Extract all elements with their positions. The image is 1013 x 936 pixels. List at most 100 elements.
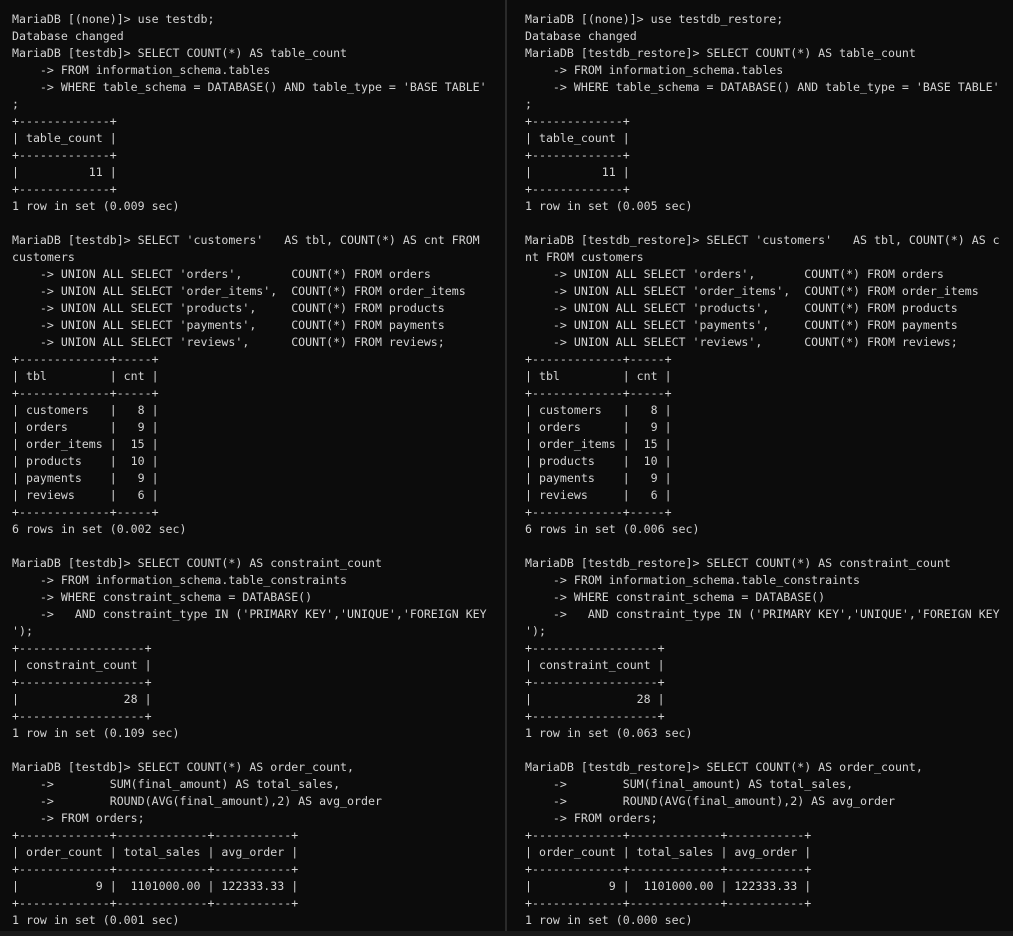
terminal-line: | 11 |: [525, 165, 630, 179]
terminal-line: MariaDB [testdb_restore]> SELECT COUNT(*…: [525, 760, 923, 774]
terminal-output-left: MariaDB [(none)]> use testdb; Database ch…: [0, 0, 505, 929]
terminal-line: +-------------+-------------+-----------…: [12, 896, 299, 910]
terminal-line: 1 row in set (0.009 sec): [12, 199, 180, 213]
terminal-line: | payments | 9 |: [525, 471, 672, 485]
terminal-line: +------------------+: [12, 709, 152, 723]
terminal-line: +-------------+-----+: [525, 505, 672, 519]
terminal-line: +------------------+: [12, 641, 152, 655]
terminal-line: 6 rows in set (0.002 sec): [12, 522, 187, 536]
terminal-line: -> UNION ALL SELECT 'payments', COUNT(*)…: [525, 318, 958, 332]
terminal-line: 1 row in set (0.109 sec): [12, 726, 180, 740]
terminal-line: +-------------+: [12, 182, 117, 196]
terminal-line: -> UNION ALL SELECT 'products', COUNT(*)…: [525, 301, 958, 315]
terminal-line: Database changed: [12, 29, 124, 43]
terminal-pane-left[interactable]: MariaDB [(none)]> use testdb; Database ch…: [0, 0, 505, 936]
terminal-line: | constraint_count |: [12, 658, 152, 672]
terminal-line: | 11 |: [12, 165, 117, 179]
terminal-line: | 9 | 1101000.00 | 122333.33 |: [12, 879, 299, 893]
terminal-line: 1 row in set (0.000 sec): [525, 913, 693, 927]
terminal-line: | customers | 8 |: [525, 403, 672, 417]
terminal-line: +-------------+-------------+-----------…: [525, 828, 812, 842]
terminal-line: +------------------+: [525, 709, 665, 723]
terminal-line: ');: [12, 624, 33, 638]
terminal-pane-right[interactable]: MariaDB [(none)]> use testdb_restore; Dat…: [507, 0, 1013, 936]
terminal-line: +-------------+-----+: [525, 386, 672, 400]
terminal-line: ');: [525, 624, 546, 638]
terminal-line: -> AND constraint_type IN ('PRIMARY KEY'…: [525, 607, 1000, 621]
terminal-line: | order_count | total_sales | avg_order …: [525, 845, 812, 859]
terminal-line: +------------------+: [525, 641, 665, 655]
terminal-line: MariaDB [testdb]> SELECT COUNT(*) AS ord…: [12, 760, 355, 774]
terminal-line: -> UNION ALL SELECT 'payments', COUNT(*)…: [12, 318, 445, 332]
terminal-line: 1 row in set (0.063 sec): [525, 726, 693, 740]
terminal-line: -> ROUND(AVG(final_amount),2) AS avg_ord…: [12, 794, 382, 808]
terminal-line: | tbl | cnt |: [12, 369, 159, 383]
terminal-line: +-------------+-------------+-----------…: [12, 862, 299, 876]
terminal-line: -> UNION ALL SELECT 'reviews', COUNT(*) …: [12, 335, 445, 349]
terminal-line: 1 row in set (0.005 sec): [525, 199, 693, 213]
terminal-line: | table_count |: [12, 131, 117, 145]
terminal-line: MariaDB [(none)]> use testdb_restore;: [525, 12, 784, 26]
terminal-line: customers: [12, 250, 75, 264]
terminal-line: | table_count |: [525, 131, 630, 145]
terminal-line: -> FROM information_schema.table_constra…: [525, 573, 861, 587]
terminal-line: -> WHERE constraint_schema = DATABASE(): [12, 590, 313, 604]
terminal-line: -> UNION ALL SELECT 'orders', COUNT(*) F…: [525, 267, 944, 281]
terminal-line: MariaDB [testdb_restore]> SELECT 'custom…: [525, 233, 1000, 247]
terminal-line: -> FROM information_schema.tables: [12, 63, 271, 77]
terminal-line: +-------------+-------------+-----------…: [525, 896, 812, 910]
terminal-line: | products | 10 |: [525, 454, 672, 468]
terminal-line: | constraint_count |: [525, 658, 665, 672]
terminal-output-right: MariaDB [(none)]> use testdb_restore; Dat…: [507, 0, 1013, 929]
terminal-line: -> AND constraint_type IN ('PRIMARY KEY'…: [12, 607, 487, 621]
terminal-line: -> WHERE table_schema = DATABASE() AND t…: [12, 80, 487, 94]
terminal-line: +-------------+-----+: [525, 352, 672, 366]
terminal-line: | orders | 9 |: [12, 420, 159, 434]
terminal-line: -> UNION ALL SELECT 'reviews', COUNT(*) …: [525, 335, 958, 349]
terminal-line: -> ROUND(AVG(final_amount),2) AS avg_ord…: [525, 794, 895, 808]
terminal-line: 1 row in set (0.001 sec): [12, 913, 180, 927]
terminal-line: -> FROM information_schema.tables: [525, 63, 784, 77]
terminal-line: +-------------+: [12, 114, 117, 128]
terminal-line: -> UNION ALL SELECT 'orders', COUNT(*) F…: [12, 267, 431, 281]
terminal-line: +-------------+-------------+-----------…: [525, 862, 812, 876]
terminal-line: +-------------+-------------+-----------…: [12, 828, 299, 842]
terminal-line: -> SUM(final_amount) AS total_sales,: [12, 777, 341, 791]
terminal-line: MariaDB [testdb]> SELECT 'customers' AS …: [12, 233, 480, 247]
terminal-line: | 9 | 1101000.00 | 122333.33 |: [525, 879, 812, 893]
terminal-line: | order_count | total_sales | avg_order …: [12, 845, 299, 859]
terminal-line: -> FROM orders;: [525, 811, 658, 825]
terminal-line: | tbl | cnt |: [525, 369, 672, 383]
terminal-line: | products | 10 |: [12, 454, 159, 468]
terminal-line: | 28 |: [12, 692, 152, 706]
terminal-line: | reviews | 6 |: [12, 488, 159, 502]
terminal-line: ;: [525, 97, 532, 111]
terminal-line: | customers | 8 |: [12, 403, 159, 417]
terminal-line: -> WHERE table_schema = DATABASE() AND t…: [525, 80, 1000, 94]
terminal-line: MariaDB [(none)]> use testdb;: [12, 12, 215, 26]
terminal-line: +------------------+: [12, 675, 152, 689]
terminal-line: | payments | 9 |: [12, 471, 159, 485]
terminal-line: -> FROM orders;: [12, 811, 145, 825]
terminal-line: MariaDB [testdb]> SELECT COUNT(*) AS con…: [12, 556, 382, 570]
terminal-line: | 28 |: [525, 692, 665, 706]
terminal-line: | order_items | 15 |: [525, 437, 672, 451]
terminal-line: +------------------+: [525, 675, 665, 689]
terminal-line: 6 rows in set (0.006 sec): [525, 522, 700, 536]
terminal-line: +-------------+-----+: [12, 386, 159, 400]
terminal-line: nt FROM customers: [525, 250, 644, 264]
terminal-line: +-------------+: [525, 148, 630, 162]
terminal-line: +-------------+: [12, 148, 117, 162]
terminal-line: MariaDB [testdb]> SELECT COUNT(*) AS tab…: [12, 46, 348, 60]
terminal-line: | reviews | 6 |: [525, 488, 672, 502]
terminal-line: -> UNION ALL SELECT 'order_items', COUNT…: [525, 284, 979, 298]
terminal-line: ;: [12, 97, 19, 111]
terminal-line: | orders | 9 |: [525, 420, 672, 434]
terminal-line: +-------------+-----+: [12, 505, 159, 519]
